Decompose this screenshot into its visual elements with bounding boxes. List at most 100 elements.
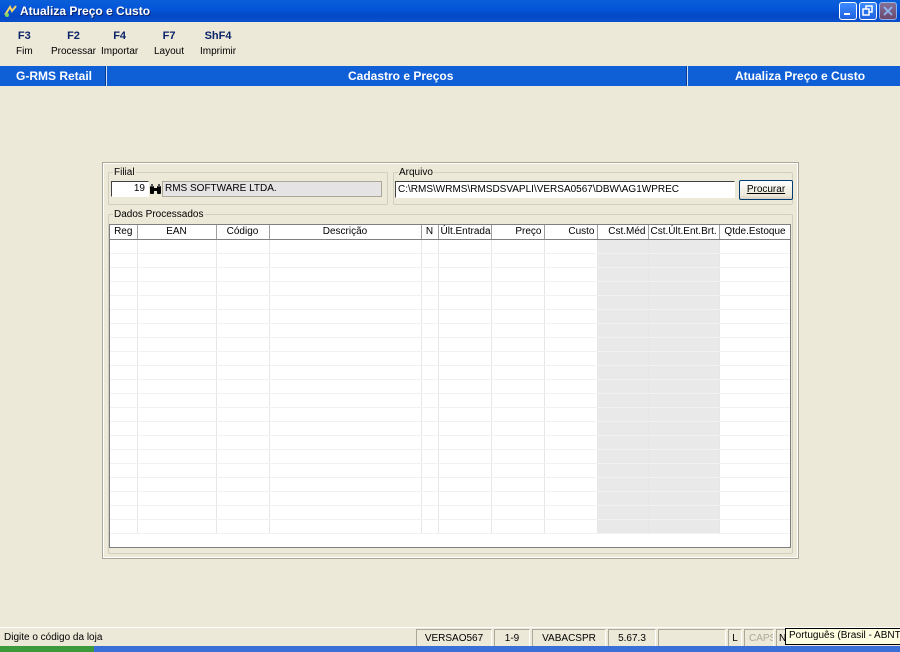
table-row[interactable] <box>110 379 790 394</box>
col-header-n[interactable]: N <box>421 225 439 240</box>
title-bar[interactable]: Atualiza Preço e Custo <box>0 0 900 22</box>
table-cell <box>719 519 790 534</box>
table-cell <box>269 519 422 534</box>
col-header-descricao[interactable]: Descrição <box>269 225 422 240</box>
table-cell <box>438 463 492 478</box>
dados-table[interactable]: Reg EAN Código Descrição N Últ.Entrada P… <box>109 224 791 548</box>
fkey-processar[interactable]: F2 Processar <box>51 30 96 57</box>
table-cell <box>269 365 422 380</box>
table-cell <box>137 407 217 422</box>
filial-code-input[interactable]: 19 <box>111 181 149 197</box>
table-cell <box>137 435 217 450</box>
table-row[interactable] <box>110 337 790 352</box>
table-cell <box>110 477 138 492</box>
status-build: 5.67.3 <box>608 629 656 647</box>
table-cell <box>110 449 138 464</box>
table-cell <box>110 435 138 450</box>
table-row[interactable] <box>110 365 790 380</box>
table-row[interactable] <box>110 323 790 338</box>
col-header-cst-ult-ent-brt[interactable]: Cst.Últ.Ent.Brt. <box>648 225 720 240</box>
arquivo-path-input[interactable]: C:\RMS\WRMS\RMSDSVAPLI\VERSA0567\DBW\AG1… <box>395 181 735 198</box>
table-row[interactable] <box>110 281 790 296</box>
table-cell <box>216 379 270 394</box>
table-row[interactable] <box>110 253 790 268</box>
filial-lookup-button[interactable] <box>149 181 162 197</box>
table-cell <box>269 295 422 310</box>
table-row[interactable] <box>110 477 790 492</box>
col-header-qtde-estoque[interactable]: Qtde.Estoque <box>719 225 790 240</box>
procurar-button[interactable]: Procurar <box>739 180 793 200</box>
table-cell <box>269 449 422 464</box>
table-cell <box>137 295 217 310</box>
fkey-importar[interactable]: F4 Importar <box>101 30 138 57</box>
table-cell <box>491 519 545 534</box>
status-empty <box>658 629 726 647</box>
col-header-preco[interactable]: Preço <box>491 225 545 240</box>
table-cell <box>216 505 270 520</box>
table-cell <box>438 407 492 422</box>
table-cell <box>544 519 598 534</box>
table-cell <box>438 253 492 268</box>
table-cell <box>438 267 492 282</box>
table-row[interactable] <box>110 351 790 366</box>
fkey-code: F4 <box>113 30 127 42</box>
fkey-fim[interactable]: F3 Fim <box>16 30 33 57</box>
fkey-layout[interactable]: F7 Layout <box>154 30 184 57</box>
table-cell <box>719 309 790 324</box>
table-cell <box>110 421 138 436</box>
table-cell <box>544 365 598 380</box>
table-row[interactable] <box>110 435 790 450</box>
table-row[interactable] <box>110 309 790 324</box>
restore-button[interactable] <box>859 2 877 20</box>
table-row[interactable] <box>110 505 790 520</box>
col-header-ean[interactable]: EAN <box>137 225 217 240</box>
fkey-code: ShF4 <box>204 30 232 42</box>
col-header-ult-entrada[interactable]: Últ.Entrada <box>438 225 492 240</box>
minimize-button[interactable] <box>839 2 857 20</box>
table-cell <box>544 295 598 310</box>
table-row[interactable] <box>110 519 790 534</box>
table-cell <box>216 239 270 254</box>
table-cell <box>137 323 217 338</box>
table-cell <box>648 421 720 436</box>
table-cell <box>719 491 790 506</box>
table-cell <box>438 491 492 506</box>
table-cell <box>597 239 649 254</box>
table-row[interactable] <box>110 407 790 422</box>
table-cell <box>421 477 439 492</box>
keyboard-layout-tooltip: Português (Brasil - ABNT2) <box>785 628 900 645</box>
table-cell <box>544 253 598 268</box>
col-header-custo[interactable]: Custo <box>544 225 598 240</box>
table-cell <box>719 365 790 380</box>
table-cell <box>491 435 545 450</box>
table-cell <box>597 267 649 282</box>
table-row[interactable] <box>110 449 790 464</box>
status-version: VERSAO567 <box>416 629 492 647</box>
table-row[interactable] <box>110 267 790 282</box>
start-button[interactable] <box>0 646 94 652</box>
table-cell <box>597 393 649 408</box>
table-cell <box>421 491 439 506</box>
col-header-cst-med[interactable]: Cst.Méd <box>597 225 649 240</box>
table-cell <box>719 393 790 408</box>
table-cell <box>544 449 598 464</box>
table-cell <box>719 337 790 352</box>
table-cell <box>216 435 270 450</box>
fkey-code: F3 <box>17 30 31 42</box>
fkey-imprimir[interactable]: ShF4 Imprimir <box>200 30 236 57</box>
table-cell <box>110 393 138 408</box>
close-button[interactable] <box>879 2 897 20</box>
table-row[interactable] <box>110 421 790 436</box>
table-row[interactable] <box>110 295 790 310</box>
table-row[interactable] <box>110 491 790 506</box>
col-header-codigo[interactable]: Código <box>216 225 270 240</box>
table-cell <box>438 379 492 394</box>
table-cell <box>216 253 270 268</box>
table-cell <box>597 253 649 268</box>
table-row[interactable] <box>110 393 790 408</box>
col-header-reg[interactable]: Reg <box>110 225 138 240</box>
table-cell <box>597 505 649 520</box>
table-row[interactable] <box>110 463 790 478</box>
table-row[interactable] <box>110 239 790 254</box>
product-name: G-RMS Retail <box>16 69 93 83</box>
